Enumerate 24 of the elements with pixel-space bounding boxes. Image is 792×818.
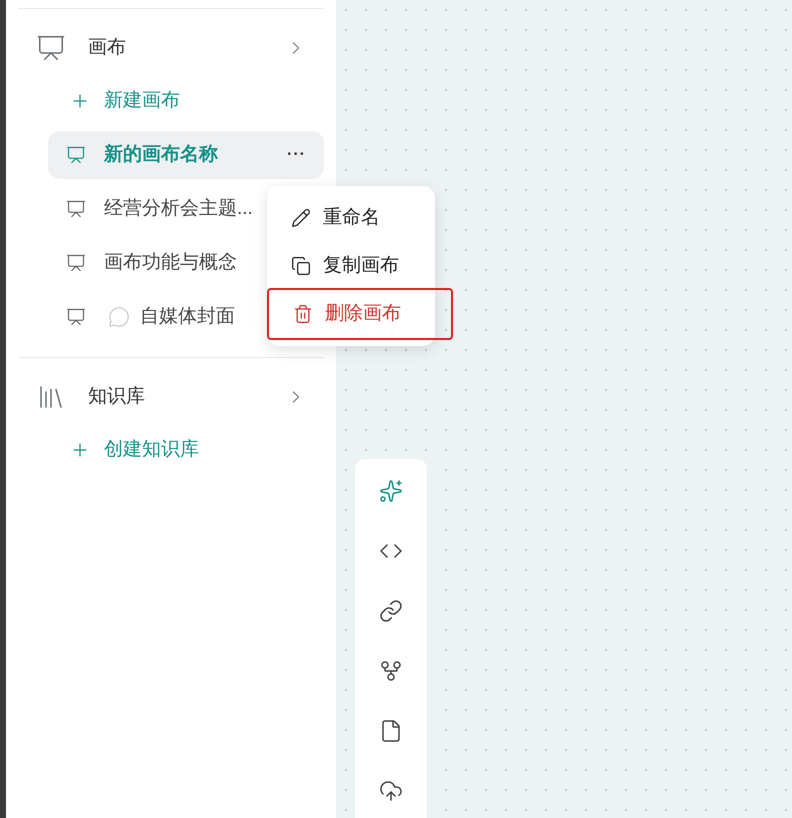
cloud-upload-icon[interactable] xyxy=(379,779,403,803)
pencil-icon xyxy=(291,208,311,228)
menu-label: 重命名 xyxy=(323,206,380,230)
speech-bubble-icon xyxy=(108,306,130,328)
easel-icon xyxy=(66,253,86,273)
section-title: 知识库 xyxy=(88,384,145,409)
easel-icon xyxy=(66,145,86,165)
menu-label: 复制画布 xyxy=(323,254,399,278)
menu-label: 删除画布 xyxy=(325,302,401,326)
canvas-title: 新的画布名称 xyxy=(104,142,218,167)
easel-icon xyxy=(36,33,66,63)
trash-icon xyxy=(293,304,313,324)
easel-icon xyxy=(66,307,86,327)
link-icon[interactable] xyxy=(379,599,403,623)
canvas-title: 经营分析会主题... xyxy=(104,196,253,221)
copy-icon xyxy=(291,256,311,276)
sparkle-icon[interactable] xyxy=(379,479,403,503)
easel-icon xyxy=(66,199,86,219)
canvas-item[interactable]: 新的画布名称 ··· xyxy=(48,131,324,179)
fork-icon[interactable] xyxy=(379,659,403,683)
section-title: 画布 xyxy=(88,36,126,60)
more-button[interactable]: ··· xyxy=(287,143,306,167)
canvas-title: 自媒体封面 xyxy=(140,304,235,329)
canvas-title: 画布功能与概念 xyxy=(104,250,237,275)
